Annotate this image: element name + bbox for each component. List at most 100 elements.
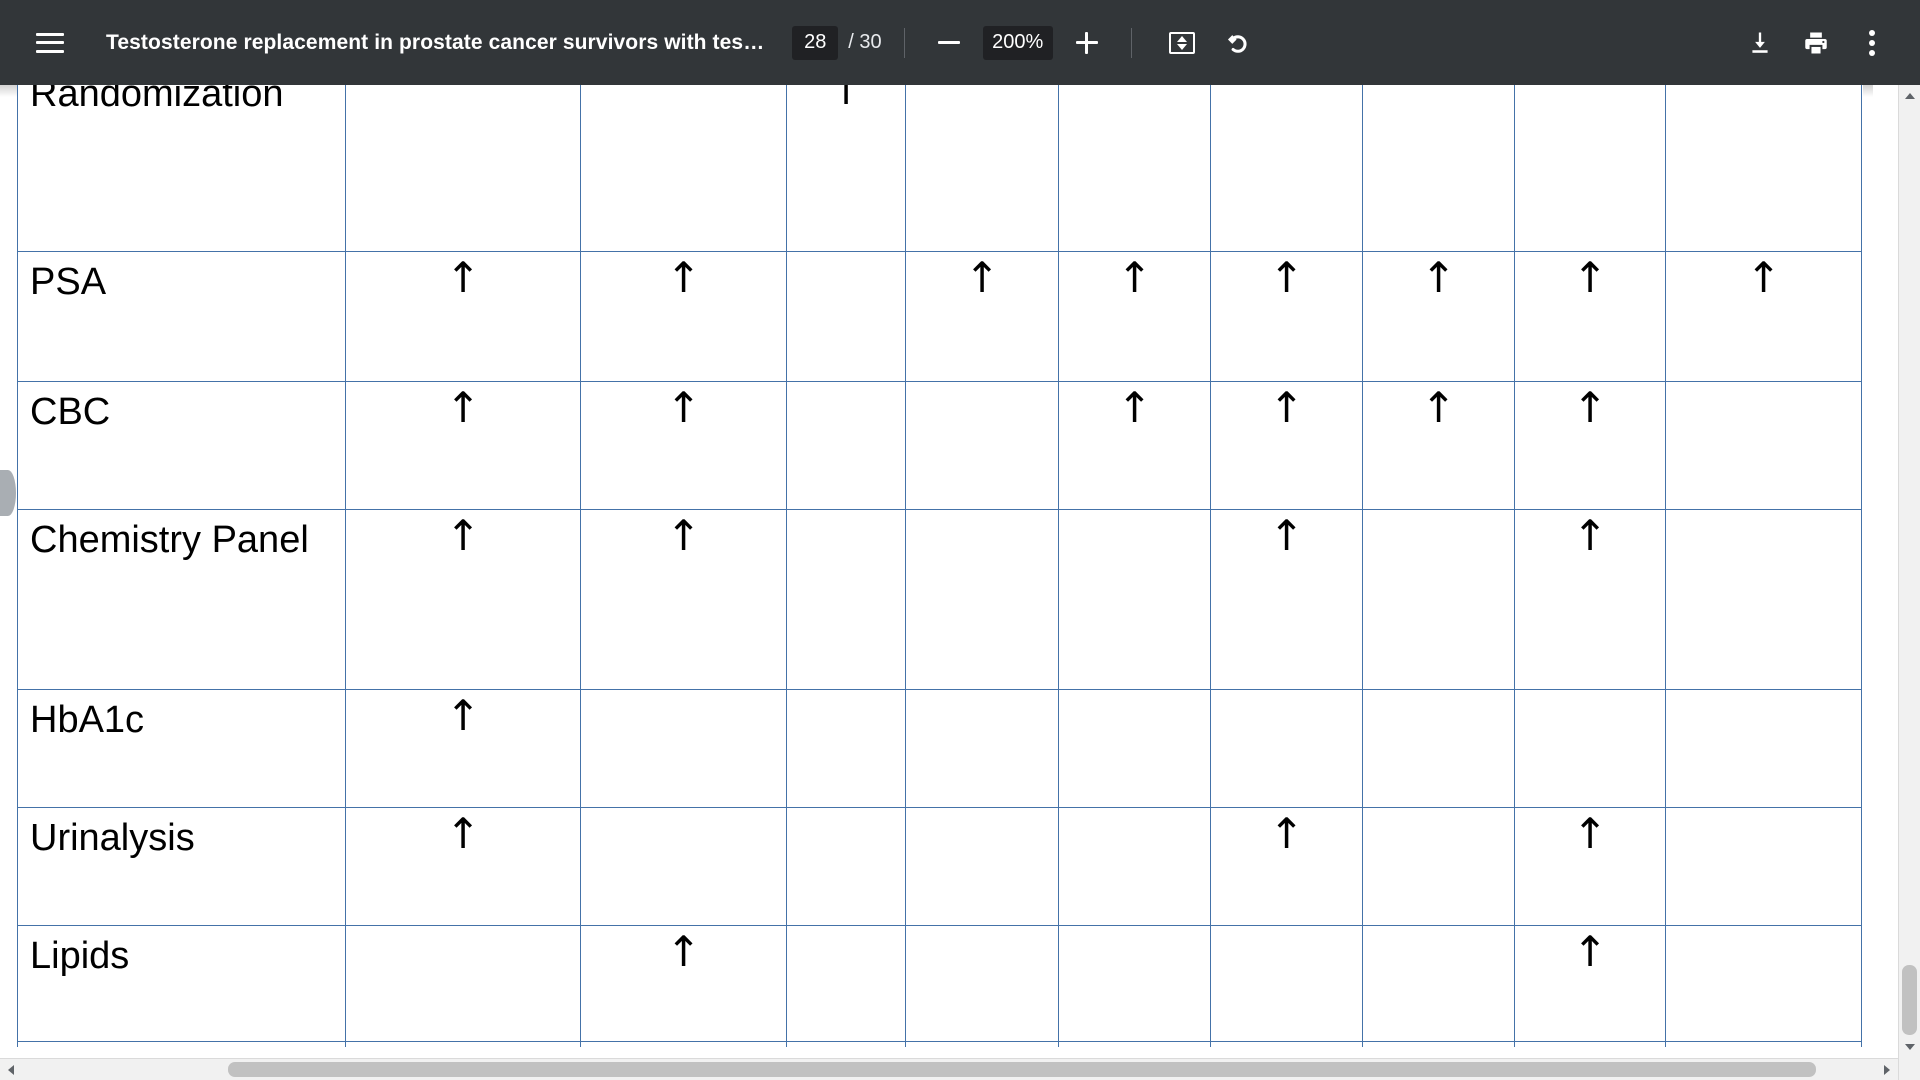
up-arrow-icon: ↑ bbox=[665, 927, 702, 976]
horizontal-scrollbar-thumb[interactable] bbox=[228, 1062, 1816, 1077]
schedule-mark-cell-empty bbox=[1058, 85, 1211, 252]
up-arrow-icon: ↑ bbox=[1572, 383, 1608, 432]
table-row: Chemistry Panel ↑ ↑ ↑ ↑ bbox=[17, 509, 1862, 690]
schedule-mark-cell-filled: ↑ bbox=[1210, 251, 1363, 382]
schedule-mark-cell-empty bbox=[345, 85, 581, 252]
fit-to-page-button[interactable] bbox=[1154, 15, 1210, 71]
schedule-mark-cell-empty bbox=[1362, 1041, 1515, 1047]
row-label-cell: CBC bbox=[17, 381, 346, 510]
up-arrow-icon: ↑ bbox=[445, 511, 481, 560]
up-arrow-icon: ↑ bbox=[828, 1043, 863, 1047]
schedule-mark-cell-empty bbox=[580, 85, 787, 252]
schedule-mark-cell-empty bbox=[580, 1041, 787, 1047]
schedule-mark-cell-empty bbox=[786, 509, 906, 690]
schedule-mark-cell-filled: ↑ bbox=[1058, 251, 1211, 382]
table-row: Lipids ↑ ↑ bbox=[17, 925, 1862, 1042]
schedule-mark-cell-filled: ↑ bbox=[1514, 509, 1666, 690]
schedule-mark-cell-filled: ↑ bbox=[1362, 251, 1515, 382]
up-arrow-icon: ↑ bbox=[665, 253, 702, 302]
schedule-mark-cell-empty bbox=[1665, 509, 1862, 690]
up-arrow-icon: ↑ bbox=[1116, 253, 1153, 302]
scroll-left-arrow-icon bbox=[8, 1064, 14, 1075]
zoom-level-value[interactable]: 200% bbox=[982, 25, 1053, 60]
hamburger-menu-button[interactable] bbox=[22, 15, 78, 71]
schedule-mark-cell-empty bbox=[345, 925, 581, 1042]
row-label-cell: Randomization bbox=[17, 85, 346, 252]
schedule-mark-cell-filled: ↑ bbox=[1058, 381, 1211, 510]
schedule-mark-cell-filled: ↑ bbox=[1514, 925, 1666, 1042]
row-label-cell: Lipids bbox=[17, 925, 346, 1042]
schedule-clipped-column-cell bbox=[1861, 807, 1862, 926]
rotate-button[interactable] bbox=[1210, 15, 1266, 71]
schedule-mark-cell-filled: ↑ bbox=[786, 1041, 906, 1047]
table-row: PSA ↑ ↑ ↑ ↑ ↑ ↑ ↑ ↑ bbox=[17, 251, 1862, 382]
scroll-down-button[interactable] bbox=[1899, 1036, 1920, 1058]
schedule-clipped-column-cell bbox=[1861, 381, 1862, 510]
schedule-mark-cell-empty bbox=[1210, 925, 1363, 1042]
schedule-mark-cell-empty bbox=[1665, 689, 1862, 808]
table-row: Randomization ↑ bbox=[17, 85, 1862, 252]
schedule-mark-cell-filled: ↑ bbox=[580, 925, 787, 1042]
zoom-in-button[interactable] bbox=[1065, 21, 1109, 65]
up-arrow-icon: ↑ bbox=[1572, 809, 1608, 858]
schedule-mark-cell-filled: ↑ bbox=[580, 381, 787, 510]
horizontal-scrollbar[interactable] bbox=[0, 1058, 1898, 1080]
download-icon bbox=[1752, 32, 1768, 53]
schedule-mark-cell-empty bbox=[905, 925, 1059, 1042]
view-tools bbox=[1154, 15, 1266, 71]
page-edge-handle[interactable] bbox=[0, 470, 16, 516]
schedule-mark-cell-empty bbox=[580, 689, 787, 808]
schedule-mark-cell-filled: ↑ bbox=[1210, 1041, 1363, 1047]
vertical-scrollbar-thumb[interactable] bbox=[1902, 965, 1917, 1035]
print-icon bbox=[1805, 32, 1827, 53]
table-row: Vital signs ↑ ↑ ↑ ↑ bbox=[17, 1041, 1862, 1047]
schedule-mark-cell-empty bbox=[1210, 85, 1363, 252]
schedule-mark-cell-empty bbox=[786, 925, 906, 1042]
page-number-input[interactable] bbox=[792, 25, 839, 60]
schedule-mark-cell-empty bbox=[1058, 1041, 1211, 1047]
study-schedule-table: Randomization ↑ PSA ↑ ↑ ↑ ↑ ↑ ↑ ↑ ↑ CBC ↑ ↑ ↑ ↑ ↑ ↑ Chemis… bbox=[17, 85, 1862, 1047]
zoom-controls: 200% bbox=[927, 21, 1109, 65]
schedule-mark-cell-filled: ↑ bbox=[345, 689, 581, 808]
table-row: CBC ↑ ↑ ↑ ↑ ↑ ↑ bbox=[17, 381, 1862, 510]
schedule-clipped-column-cell bbox=[1861, 925, 1862, 1042]
schedule-mark-cell-empty bbox=[1665, 85, 1862, 252]
print-button[interactable] bbox=[1788, 15, 1844, 71]
schedule-mark-cell-empty bbox=[580, 807, 787, 926]
row-label-cell: PSA bbox=[17, 251, 346, 382]
zoom-out-button[interactable] bbox=[927, 21, 971, 65]
plus-icon-vertical bbox=[1085, 31, 1089, 54]
schedule-mark-cell-filled: ↑ bbox=[345, 251, 581, 382]
row-label-cell: HbA1c bbox=[17, 689, 346, 808]
pdf-viewer-area[interactable]: Randomization ↑ PSA ↑ ↑ ↑ ↑ ↑ ↑ ↑ ↑ CBC ↑ ↑ ↑ ↑ ↑ ↑ Chemis… bbox=[0, 85, 1920, 1080]
document-title: Testosterone replacement in prostate can… bbox=[106, 30, 765, 54]
up-arrow-icon: ↑ bbox=[1268, 253, 1305, 302]
schedule-clipped-column-cell bbox=[1861, 85, 1862, 252]
scroll-right-button[interactable] bbox=[1876, 1059, 1898, 1080]
schedule-mark-cell-empty bbox=[1362, 85, 1515, 252]
up-arrow-icon: ↑ bbox=[1269, 1043, 1304, 1047]
schedule-mark-cell-filled: ↑ bbox=[345, 381, 581, 510]
schedule-clipped-column-cell bbox=[1861, 251, 1862, 382]
scroll-left-button[interactable] bbox=[0, 1059, 22, 1080]
vertical-scrollbar[interactable] bbox=[1898, 85, 1920, 1080]
up-arrow-icon: ↑ bbox=[445, 1043, 480, 1047]
schedule-mark-cell-filled: ↑ bbox=[1514, 251, 1666, 382]
up-arrow-icon: ↑ bbox=[828, 85, 864, 114]
schedule-mark-cell-filled: ↑ bbox=[580, 251, 787, 382]
up-arrow-icon: ↑ bbox=[1572, 1043, 1607, 1047]
schedule-mark-cell-filled: ↑ bbox=[1210, 807, 1363, 926]
more-options-button[interactable] bbox=[1844, 15, 1900, 71]
rotate-counterclockwise-icon bbox=[1227, 34, 1247, 53]
scroll-down-arrow-icon bbox=[1904, 1044, 1915, 1050]
scroll-up-button[interactable] bbox=[1899, 85, 1920, 107]
schedule-mark-cell-empty bbox=[1514, 689, 1666, 808]
schedule-mark-cell-empty bbox=[905, 509, 1059, 690]
schedule-mark-cell-empty bbox=[1362, 689, 1515, 808]
page-count-label: / 30 bbox=[848, 31, 882, 53]
schedule-mark-cell-empty bbox=[905, 381, 1059, 510]
up-arrow-icon: ↑ bbox=[1745, 253, 1782, 302]
schedule-mark-cell-empty bbox=[786, 689, 906, 808]
download-button[interactable] bbox=[1732, 15, 1788, 71]
up-arrow-icon: ↑ bbox=[1572, 253, 1608, 302]
